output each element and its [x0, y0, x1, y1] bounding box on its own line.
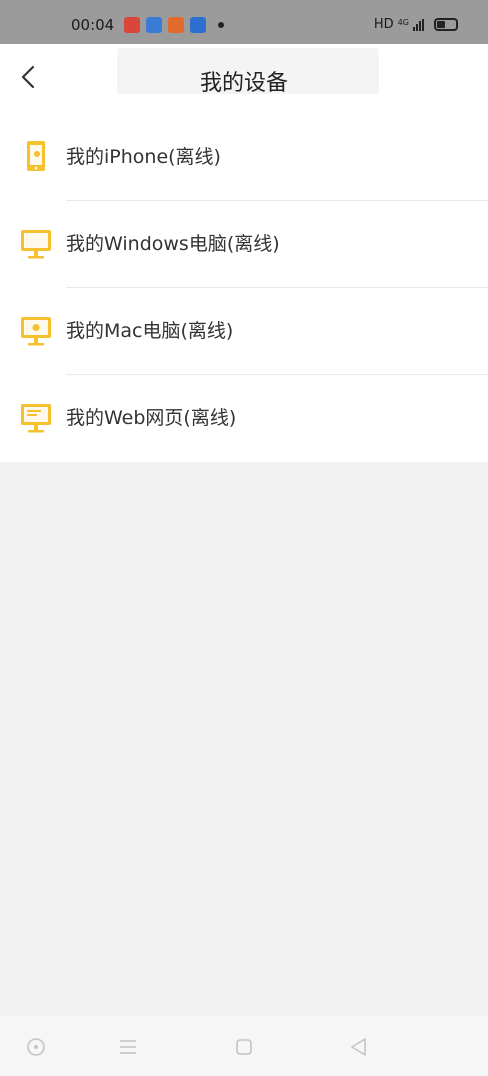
device-label: 我的Web网页(离线) — [66, 407, 237, 429]
device-label: 我的Mac电脑(离线) — [66, 320, 234, 342]
menu-button[interactable] — [117, 1036, 139, 1058]
triangle-back-icon — [351, 1038, 366, 1056]
app-icon-1 — [124, 17, 140, 33]
monitor-apple-icon — [21, 317, 51, 346]
hd-indicator: HD — [373, 17, 394, 32]
status-time: 00:04 — [71, 16, 115, 34]
status-indicators: HD 4G — [374, 17, 458, 32]
device-item-iphone[interactable]: 我的iPhone(离线) — [0, 114, 488, 201]
page-title: 我的设备 — [199, 71, 288, 96]
app-icon-2 — [146, 17, 162, 33]
device-label: 我的iPhone(离线) — [66, 146, 221, 168]
notification-dot-icon — [218, 22, 224, 28]
app-icon-3 — [168, 17, 184, 33]
system-back-button[interactable] — [348, 1036, 370, 1058]
battery-icon — [434, 18, 458, 31]
system-navigation-bar — [0, 1016, 488, 1076]
monitor-icon — [21, 230, 51, 259]
menu-icon — [120, 1040, 136, 1054]
status-app-icons — [124, 17, 224, 33]
network-type: 4G — [397, 17, 409, 27]
app-icon-4 — [190, 17, 206, 33]
navigation-bar: 我的设备 — [0, 44, 488, 114]
device-list: 我的iPhone(离线) 我的Windows电脑(离线) 我的Mac电脑(离线) — [0, 114, 488, 462]
phone-icon — [27, 141, 45, 171]
device-item-web[interactable]: 我的Web网页(离线) — [0, 375, 488, 462]
device-item-windows[interactable]: 我的Windows电脑(离线) — [0, 201, 488, 288]
monitor-web-icon — [21, 404, 51, 433]
device-item-mac[interactable]: 我的Mac电脑(离线) — [0, 288, 488, 375]
recents-button[interactable] — [233, 1036, 255, 1058]
signal-icon — [413, 18, 424, 31]
status-bar: 00:04 HD 4G — [0, 0, 488, 44]
home-button[interactable] — [25, 1036, 47, 1058]
circle-home-icon — [27, 1038, 45, 1056]
square-recents-icon — [236, 1039, 252, 1055]
device-label: 我的Windows电脑(离线) — [66, 233, 280, 255]
